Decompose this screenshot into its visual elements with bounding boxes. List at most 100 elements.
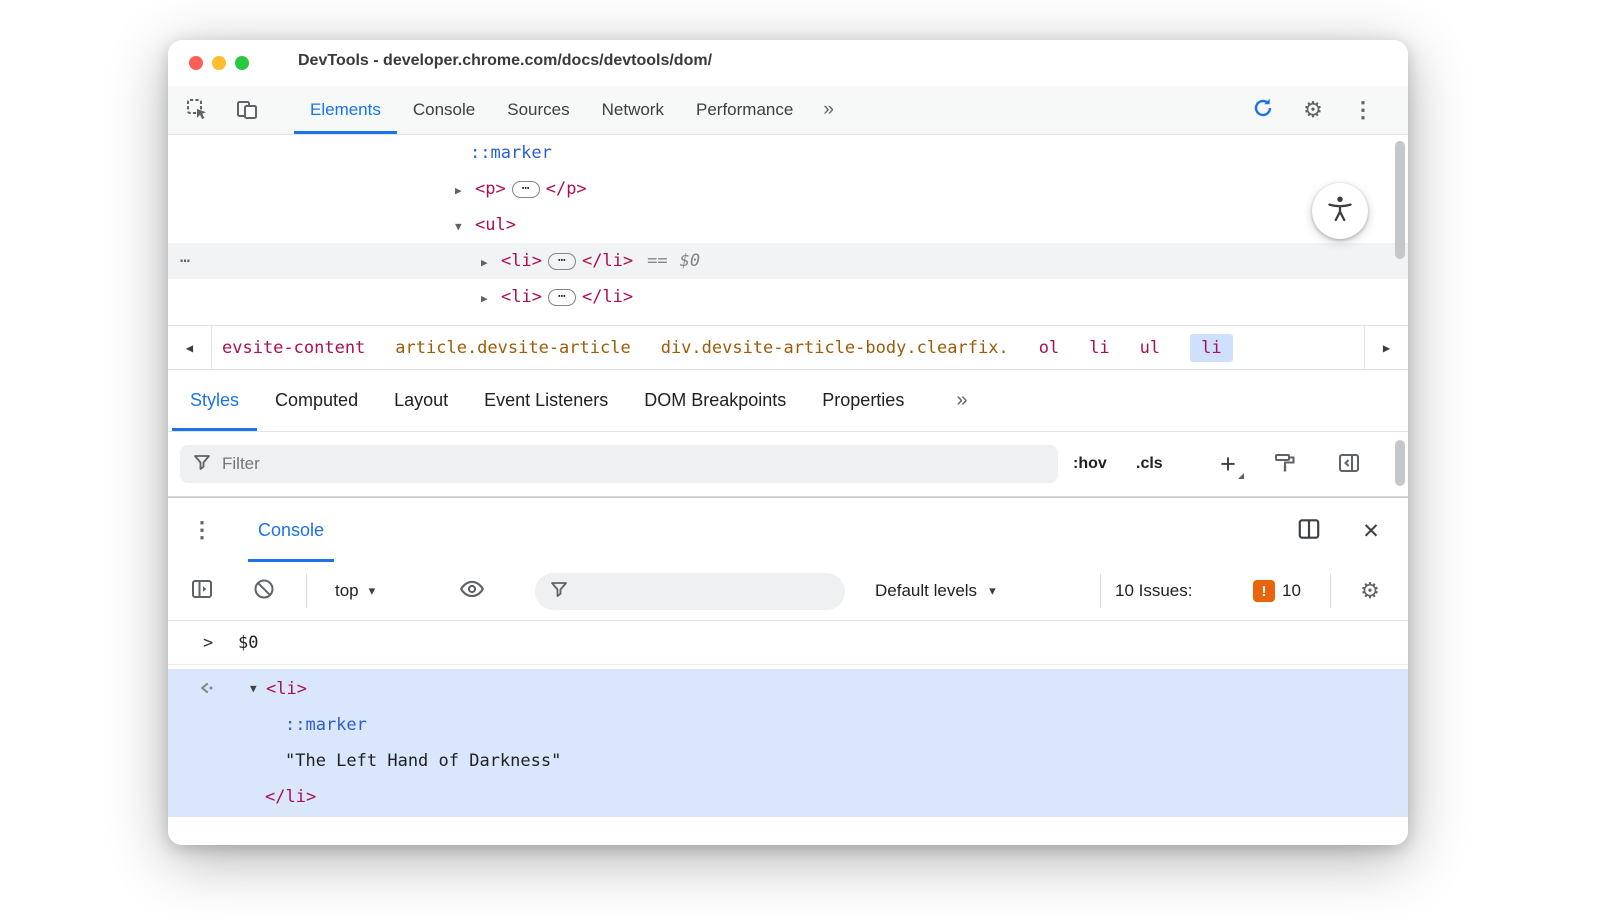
filter-funnel-icon: [549, 579, 569, 604]
panel-tabs: Elements Console Sources Network Perform…: [294, 86, 848, 134]
corner-dropdown-icon: [1238, 473, 1244, 479]
result-line-close: </li>: [168, 779, 1408, 815]
kebab-menu-icon: ⋮: [1352, 97, 1374, 122]
paint-roller-icon: [1273, 451, 1297, 480]
console-toolbar: top ▾ Default levels ▾ 10 Issues: ! 10 ⚙: [168, 562, 1408, 621]
breadcrumb-scroll-right-button[interactable]: ▶: [1364, 326, 1408, 369]
more-sidebar-tabs-button[interactable]: »: [946, 370, 977, 431]
inline-expand-icon[interactable]: ⋯: [547, 289, 576, 306]
settings-button[interactable]: ⚙: [1296, 93, 1330, 127]
console-input-expression[interactable]: $0: [238, 621, 258, 665]
inspect-element-button[interactable]: [180, 94, 214, 128]
tab-properties[interactable]: Properties: [804, 370, 922, 431]
tree-row-marker[interactable]: ::marker: [168, 135, 1408, 171]
dollar-zero-ref: $0: [679, 251, 701, 271]
tab-event-listeners[interactable]: Event Listeners: [466, 370, 626, 431]
toggle-device-toolbar-button[interactable]: [230, 94, 264, 128]
tab-elements[interactable]: Elements: [294, 86, 397, 134]
tab-console[interactable]: Console: [397, 86, 491, 134]
console-settings-button[interactable]: ⚙: [1354, 575, 1386, 607]
expand-arrow-icon[interactable]: ▶: [481, 281, 501, 317]
console-filter-field[interactable]: [535, 573, 845, 610]
close-drawer-button[interactable]: ✕: [1354, 514, 1388, 548]
issues-counter-button[interactable]: 10 Issues:: [1115, 562, 1193, 620]
customize-devtools-button[interactable]: ⋮: [1346, 93, 1380, 127]
javascript-context-selector[interactable]: top ▾: [335, 562, 375, 620]
pseudo-element-label: ::marker: [470, 143, 552, 163]
tag-open: <li>: [501, 287, 542, 307]
inspect-cursor-icon: [186, 98, 208, 125]
tree-row-p[interactable]: ▶ <p> ⋯ </p>: [168, 171, 1408, 207]
zoom-window-button[interactable]: [235, 56, 249, 70]
breadcrumb-item[interactable]: div.devsite-article-body.clearfix.: [661, 338, 1009, 358]
breadcrumb-item[interactable]: li: [1089, 338, 1109, 358]
divider: [1100, 574, 1101, 608]
inline-expand-icon[interactable]: ⋯: [547, 253, 576, 270]
console-sidebar-button[interactable]: [186, 575, 218, 607]
expand-arrow-icon[interactable]: ▶: [481, 245, 501, 281]
inline-expand-icon[interactable]: ⋯: [511, 181, 540, 198]
styles-filter-input[interactable]: [222, 454, 1002, 474]
tag-close: </li>: [581, 287, 634, 307]
levels-label: Default levels: [875, 581, 978, 600]
element-classes-button[interactable]: .cls: [1136, 432, 1163, 496]
more-panels-button[interactable]: »: [809, 86, 848, 134]
breadcrumb-scroll-left-button[interactable]: ◀: [168, 326, 212, 369]
breadcrumb-item-selected[interactable]: li: [1190, 333, 1233, 362]
issues-count[interactable]: 10: [1282, 562, 1301, 620]
toggle-element-state-button[interactable]: :hov: [1073, 432, 1107, 496]
elements-sidebar-tabs: Styles Computed Layout Event Listeners D…: [168, 370, 1408, 432]
tree-row-ul[interactable]: ▼ <ul>: [168, 207, 1408, 243]
eye-icon: [459, 576, 485, 607]
create-live-expression-button[interactable]: [456, 575, 488, 607]
rendering-emulation-button[interactable]: [1268, 448, 1302, 482]
device-toolbar-icon: [236, 98, 258, 125]
tab-computed[interactable]: Computed: [257, 370, 376, 431]
refresh-status-button[interactable]: [1246, 93, 1280, 127]
collapse-arrow-icon[interactable]: ▼: [250, 671, 257, 707]
breadcrumb: ◀ evsite-content article.devsite-article…: [168, 325, 1408, 370]
row-actions-icon[interactable]: ⋯: [180, 243, 191, 279]
scrollbar-thumb[interactable]: [1395, 440, 1405, 486]
tab-dom-breakpoints[interactable]: DOM Breakpoints: [626, 370, 804, 431]
new-style-rule-button[interactable]: +: [1208, 442, 1248, 486]
tab-performance[interactable]: Performance: [680, 86, 809, 134]
drawer-header: ⋮ Console ✕: [168, 497, 1408, 562]
refresh-icon: [1251, 96, 1275, 125]
collapse-arrow-icon[interactable]: ▼: [455, 209, 475, 245]
tab-styles[interactable]: Styles: [172, 370, 258, 431]
expand-arrow-icon[interactable]: ▶: [455, 173, 475, 209]
tab-sources[interactable]: Sources: [491, 86, 585, 134]
log-levels-dropdown[interactable]: Default levels ▾: [875, 562, 996, 620]
breadcrumb-list: evsite-content article.devsite-article d…: [222, 333, 1233, 362]
chevron-down-icon: ▾: [368, 583, 376, 598]
breadcrumb-item[interactable]: ul: [1140, 338, 1160, 358]
breadcrumb-item[interactable]: evsite-content: [222, 338, 365, 358]
issue-badge-icon[interactable]: !: [1253, 580, 1275, 602]
styles-filter-field[interactable]: [180, 445, 1058, 483]
drawer-tab-console[interactable]: Console: [248, 498, 335, 562]
tab-layout[interactable]: Layout: [376, 370, 466, 431]
minimize-window-button[interactable]: [212, 56, 226, 70]
split-drawer-button[interactable]: [1292, 514, 1326, 548]
titlebar: DevTools - developer.chrome.com/docs/dev…: [168, 40, 1408, 86]
console-prompt-row[interactable]: > $0: [168, 621, 1408, 665]
tree-row-li[interactable]: ▶ <li> ⋯ </li>: [168, 279, 1408, 315]
drawer-menu-button[interactable]: ⋮: [191, 498, 213, 562]
chevron-right-icon: ▶: [1382, 340, 1391, 355]
scrollbar-thumb[interactable]: [1395, 141, 1405, 259]
divider: [306, 574, 307, 608]
window-controls: [189, 56, 249, 70]
breadcrumb-item[interactable]: ol: [1039, 338, 1059, 358]
chevron-down-icon: ▾: [989, 583, 996, 598]
result-line-open[interactable]: ▼ <li>: [168, 671, 1408, 707]
clear-console-button[interactable]: [248, 575, 280, 607]
breadcrumb-item[interactable]: article.devsite-article: [395, 338, 630, 358]
toggle-sidebar-button[interactable]: [1332, 448, 1366, 482]
close-window-button[interactable]: [189, 56, 203, 70]
result-pseudo-marker: ::marker: [285, 715, 367, 735]
tree-row-li-selected[interactable]: ⋯ ▶ <li> ⋯ </li> == $0: [168, 243, 1408, 279]
accessibility-overlay-button[interactable]: [1312, 183, 1368, 239]
plus-icon: +: [1220, 448, 1236, 479]
tab-network[interactable]: Network: [586, 86, 680, 134]
